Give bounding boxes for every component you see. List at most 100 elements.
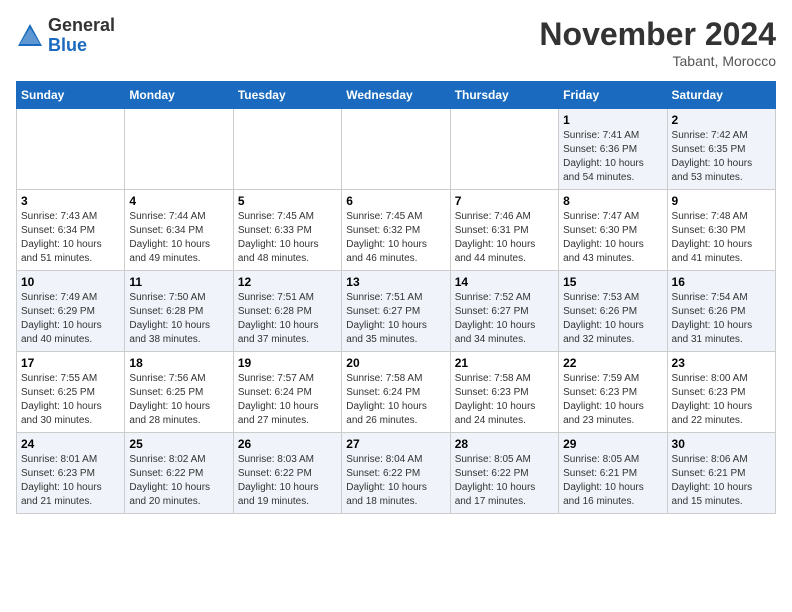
day-number: 24 (21, 437, 120, 451)
calendar-day: 14 Sunrise: 7:52 AM Sunset: 6:27 PM Dayli… (450, 271, 558, 352)
day-number: 17 (21, 356, 120, 370)
calendar-day: 12 Sunrise: 7:51 AM Sunset: 6:28 PM Dayli… (233, 271, 341, 352)
calendar-day: 26 Sunrise: 8:03 AM Sunset: 6:22 PM Dayli… (233, 433, 341, 514)
day-number: 5 (238, 194, 337, 208)
calendar-day: 19 Sunrise: 7:57 AM Sunset: 6:24 PM Dayli… (233, 352, 341, 433)
calendar-day: 8 Sunrise: 7:47 AM Sunset: 6:30 PM Daylig… (559, 190, 667, 271)
weekday-header: Monday (125, 82, 233, 109)
day-info: Sunrise: 7:57 AM Sunset: 6:24 PM Dayligh… (238, 372, 337, 428)
day-info: Sunrise: 8:02 AM Sunset: 6:22 PM Dayligh… (129, 453, 228, 509)
day-number: 9 (672, 194, 771, 208)
day-number: 25 (129, 437, 228, 451)
day-number: 18 (129, 356, 228, 370)
weekday-header: Saturday (667, 82, 775, 109)
day-number: 27 (346, 437, 445, 451)
title-block: November 2024 Tabant, Morocco (539, 16, 776, 69)
logo-general-text: General (48, 15, 115, 35)
day-info: Sunrise: 7:43 AM Sunset: 6:34 PM Dayligh… (21, 210, 120, 266)
day-number: 4 (129, 194, 228, 208)
day-number: 12 (238, 275, 337, 289)
day-number: 20 (346, 356, 445, 370)
calendar-day: 17 Sunrise: 7:55 AM Sunset: 6:25 PM Dayli… (17, 352, 125, 433)
day-info: Sunrise: 7:58 AM Sunset: 6:24 PM Dayligh… (346, 372, 445, 428)
day-info: Sunrise: 7:51 AM Sunset: 6:27 PM Dayligh… (346, 291, 445, 347)
weekday-header: Tuesday (233, 82, 341, 109)
day-number: 8 (563, 194, 662, 208)
empty-day (342, 109, 450, 190)
location-subtitle: Tabant, Morocco (539, 53, 776, 69)
day-number: 19 (238, 356, 337, 370)
calendar-day: 30Sunrise: 8:06 AM Sunset: 6:21 PM Dayli… (667, 433, 775, 514)
day-info: Sunrise: 7:54 AM Sunset: 6:26 PM Dayligh… (672, 291, 771, 347)
day-info: Sunrise: 8:04 AM Sunset: 6:22 PM Dayligh… (346, 453, 445, 509)
day-number: 13 (346, 275, 445, 289)
day-number: 30 (672, 437, 771, 451)
day-number: 10 (21, 275, 120, 289)
calendar-day: 2 Sunrise: 7:42 AM Sunset: 6:35 PM Daylig… (667, 109, 775, 190)
page-header: General Blue November 2024 Tabant, Moroc… (16, 16, 776, 69)
day-info: Sunrise: 7:48 AM Sunset: 6:30 PM Dayligh… (672, 210, 771, 266)
day-number: 22 (563, 356, 662, 370)
calendar-day: 22 Sunrise: 7:59 AM Sunset: 6:23 PM Dayli… (559, 352, 667, 433)
day-info: Sunrise: 7:49 AM Sunset: 6:29 PM Dayligh… (21, 291, 120, 347)
day-info: Sunrise: 7:56 AM Sunset: 6:25 PM Dayligh… (129, 372, 228, 428)
day-info: Sunrise: 8:05 AM Sunset: 6:22 PM Dayligh… (455, 453, 554, 509)
day-info: Sunrise: 7:59 AM Sunset: 6:23 PM Dayligh… (563, 372, 662, 428)
day-info: Sunrise: 7:51 AM Sunset: 6:28 PM Dayligh… (238, 291, 337, 347)
calendar-day: 13 Sunrise: 7:51 AM Sunset: 6:27 PM Dayli… (342, 271, 450, 352)
empty-day (450, 109, 558, 190)
day-number: 28 (455, 437, 554, 451)
day-number: 7 (455, 194, 554, 208)
day-number: 29 (563, 437, 662, 451)
day-number: 11 (129, 275, 228, 289)
calendar-day: 3 Sunrise: 7:43 AM Sunset: 6:34 PM Daylig… (17, 190, 125, 271)
day-info: Sunrise: 7:58 AM Sunset: 6:23 PM Dayligh… (455, 372, 554, 428)
calendar-day: 20 Sunrise: 7:58 AM Sunset: 6:24 PM Dayli… (342, 352, 450, 433)
day-info: Sunrise: 7:41 AM Sunset: 6:36 PM Dayligh… (563, 129, 662, 185)
day-number: 16 (672, 275, 771, 289)
calendar-day: 11Sunrise: 7:50 AM Sunset: 6:28 PM Dayli… (125, 271, 233, 352)
day-info: Sunrise: 8:05 AM Sunset: 6:21 PM Dayligh… (563, 453, 662, 509)
calendar-header: SundayMondayTuesdayWednesdayThursdayFrid… (17, 82, 776, 109)
day-number: 3 (21, 194, 120, 208)
weekday-header: Wednesday (342, 82, 450, 109)
empty-day (125, 109, 233, 190)
calendar-day: 27 Sunrise: 8:04 AM Sunset: 6:22 PM Dayli… (342, 433, 450, 514)
day-info: Sunrise: 7:45 AM Sunset: 6:32 PM Dayligh… (346, 210, 445, 266)
day-info: Sunrise: 7:47 AM Sunset: 6:30 PM Dayligh… (563, 210, 662, 266)
day-info: Sunrise: 7:42 AM Sunset: 6:35 PM Dayligh… (672, 129, 771, 185)
weekday-header: Sunday (17, 82, 125, 109)
calendar-day: 28 Sunrise: 8:05 AM Sunset: 6:22 PM Dayli… (450, 433, 558, 514)
logo-icon (16, 22, 44, 50)
day-info: Sunrise: 8:03 AM Sunset: 6:22 PM Dayligh… (238, 453, 337, 509)
day-number: 23 (672, 356, 771, 370)
calendar-day: 24 Sunrise: 8:01 AM Sunset: 6:23 PM Dayli… (17, 433, 125, 514)
calendar-day: 6 Sunrise: 7:45 AM Sunset: 6:32 PM Daylig… (342, 190, 450, 271)
calendar-day: 29 Sunrise: 8:05 AM Sunset: 6:21 PM Dayli… (559, 433, 667, 514)
day-info: Sunrise: 7:53 AM Sunset: 6:26 PM Dayligh… (563, 291, 662, 347)
day-number: 15 (563, 275, 662, 289)
calendar-day: 5 Sunrise: 7:45 AM Sunset: 6:33 PM Daylig… (233, 190, 341, 271)
calendar-day: 1 Sunrise: 7:41 AM Sunset: 6:36 PM Daylig… (559, 109, 667, 190)
day-info: Sunrise: 8:01 AM Sunset: 6:23 PM Dayligh… (21, 453, 120, 509)
day-number: 21 (455, 356, 554, 370)
calendar-day: 15 Sunrise: 7:53 AM Sunset: 6:26 PM Dayli… (559, 271, 667, 352)
day-number: 6 (346, 194, 445, 208)
day-number: 2 (672, 113, 771, 127)
day-number: 14 (455, 275, 554, 289)
day-info: Sunrise: 7:55 AM Sunset: 6:25 PM Dayligh… (21, 372, 120, 428)
calendar-table: SundayMondayTuesdayWednesdayThursdayFrid… (16, 81, 776, 514)
logo-blue-text: Blue (48, 35, 87, 55)
calendar-day: 9 Sunrise: 7:48 AM Sunset: 6:30 PM Daylig… (667, 190, 775, 271)
day-info: Sunrise: 8:00 AM Sunset: 6:23 PM Dayligh… (672, 372, 771, 428)
calendar-day: 23 Sunrise: 8:00 AM Sunset: 6:23 PM Dayli… (667, 352, 775, 433)
calendar-day: 7Sunrise: 7:46 AM Sunset: 6:31 PM Daylig… (450, 190, 558, 271)
calendar-day: 21 Sunrise: 7:58 AM Sunset: 6:23 PM Dayli… (450, 352, 558, 433)
day-info: Sunrise: 7:45 AM Sunset: 6:33 PM Dayligh… (238, 210, 337, 266)
day-number: 26 (238, 437, 337, 451)
calendar-day: 18 Sunrise: 7:56 AM Sunset: 6:25 PM Dayli… (125, 352, 233, 433)
day-number: 1 (563, 113, 662, 127)
empty-day (233, 109, 341, 190)
logo: General Blue (16, 16, 115, 56)
day-info: Sunrise: 7:52 AM Sunset: 6:27 PM Dayligh… (455, 291, 554, 347)
